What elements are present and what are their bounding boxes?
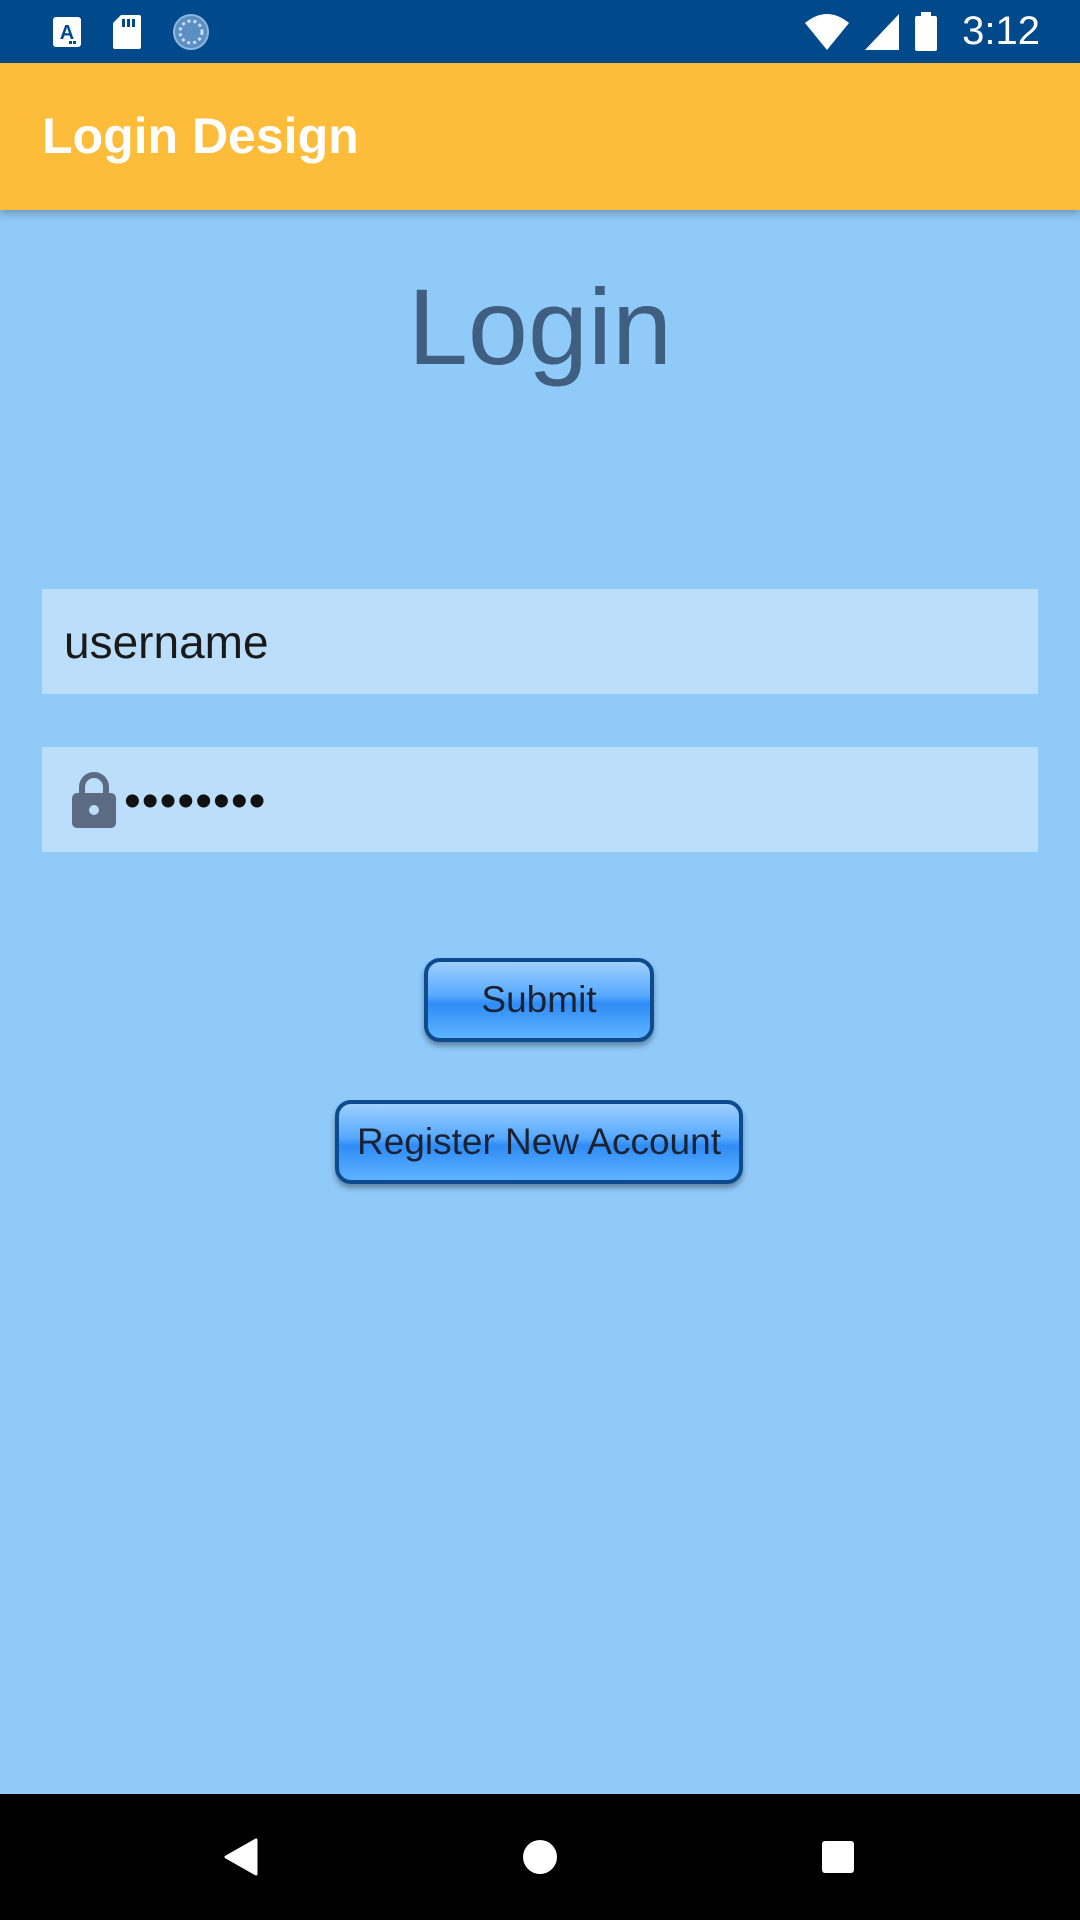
recents-button[interactable] — [768, 1794, 908, 1920]
app-title: Login Design — [42, 108, 359, 164]
back-icon — [224, 1838, 258, 1876]
back-button[interactable] — [171, 1794, 311, 1920]
sd-card-icon — [113, 15, 141, 49]
password-field[interactable]: •••••••• — [42, 747, 1038, 852]
sync-icon — [173, 14, 209, 50]
password-value: •••••••• — [124, 774, 267, 828]
wifi-icon — [805, 13, 850, 50]
status-time: 3:12 — [962, 9, 1040, 53]
home-button[interactable] — [470, 1794, 610, 1920]
username-value: username — [64, 615, 269, 668]
cellular-signal-icon — [865, 13, 900, 50]
lock-icon — [72, 771, 116, 828]
status-bar-notifications: A — [52, 13, 210, 51]
app-bar: Login Design — [0, 63, 1080, 210]
svg-text:A: A — [60, 22, 74, 44]
font-app-icon: A — [53, 17, 81, 47]
navigation-bar — [0, 1794, 1080, 1920]
submit-button[interactable]: Submit — [424, 958, 654, 1042]
login-heading: Login — [407, 266, 673, 387]
status-bar: A 3:12 — [0, 0, 1080, 63]
register-new-account-button[interactable]: Register New Account — [335, 1100, 743, 1184]
status-bar-system: 3:12 — [804, 0, 1040, 63]
battery-icon — [915, 11, 938, 51]
recents-icon — [822, 1841, 854, 1873]
home-icon — [523, 1840, 557, 1874]
username-field[interactable]: username — [42, 589, 1038, 694]
screen: A 3:12 Login Design Login username •••••… — [0, 0, 1080, 1920]
